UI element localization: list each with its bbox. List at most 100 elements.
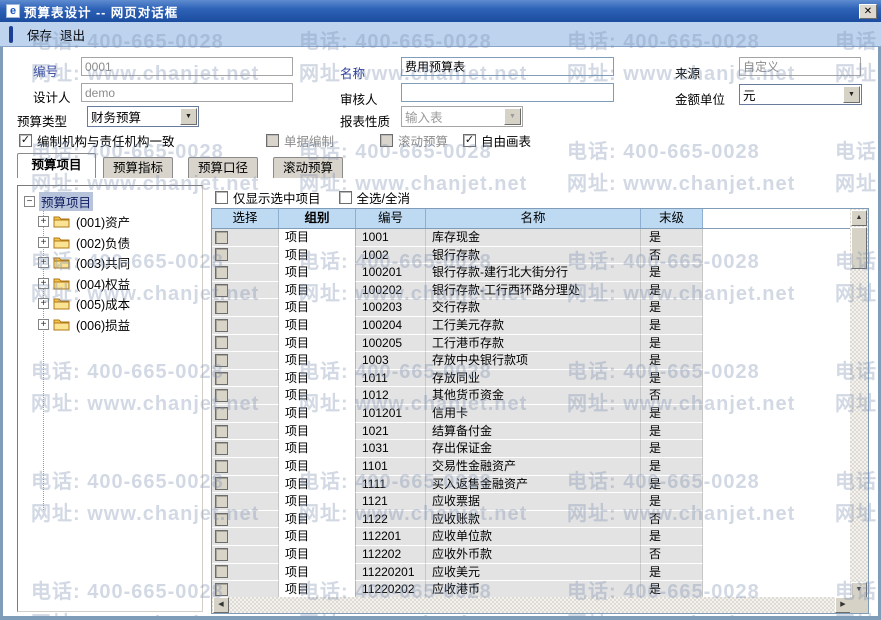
row-checkbox[interactable] bbox=[215, 547, 228, 561]
name-input[interactable] bbox=[401, 57, 614, 76]
cell-group[interactable]: 项目 bbox=[279, 387, 356, 406]
expand-icon[interactable]: + bbox=[38, 236, 49, 248]
row-checkbox[interactable] bbox=[215, 530, 228, 544]
tab-预算项目[interactable]: 预算项目 bbox=[17, 153, 96, 178]
tree-item-label[interactable]: (004)权益 bbox=[74, 274, 132, 293]
column-header[interactable]: 组别 bbox=[279, 209, 356, 228]
tree-root-node[interactable]: − 预算项目 bbox=[24, 192, 94, 211]
close-icon[interactable]: ✕ bbox=[859, 3, 877, 19]
cell-group[interactable]: 项目 bbox=[279, 493, 356, 511]
row-checkbox[interactable] bbox=[215, 371, 228, 385]
row-checkbox[interactable] bbox=[215, 565, 228, 579]
option-checkbox-item[interactable]: ✓ 编制机构与责任机构一致 bbox=[19, 131, 266, 150]
option-checkbox-item[interactable]: 滚动预算 bbox=[380, 131, 463, 150]
report-nature-select[interactable]: 输入表 ▼ bbox=[401, 106, 523, 127]
cell-group[interactable]: 项目 bbox=[279, 246, 356, 265]
row-checkbox[interactable] bbox=[215, 318, 228, 332]
row-checkbox[interactable] bbox=[215, 336, 228, 350]
vertical-scroll-thumb[interactable] bbox=[851, 227, 867, 269]
tab-滚动预算[interactable]: 滚动预算 bbox=[273, 157, 343, 178]
row-checkbox[interactable] bbox=[215, 266, 228, 280]
tree-item-label[interactable]: (002)负债 bbox=[74, 233, 132, 252]
vertical-scrollbar[interactable]: ▲ ▼ bbox=[850, 209, 868, 599]
cell-group[interactable]: 项目 bbox=[279, 299, 356, 318]
column-header[interactable]: 末级 bbox=[641, 209, 703, 228]
cell-group[interactable]: 项目 bbox=[279, 229, 356, 247]
row-checkbox[interactable] bbox=[215, 442, 228, 456]
save-button[interactable]: 保存 bbox=[23, 23, 56, 46]
expand-icon[interactable]: + bbox=[38, 277, 49, 289]
checkbox[interactable]: ✓ bbox=[19, 133, 32, 147]
cell-group[interactable]: 项目 bbox=[279, 510, 356, 529]
cell-group[interactable]: 项目 bbox=[279, 405, 356, 423]
column-header[interactable]: 选择 bbox=[212, 209, 279, 228]
column-header[interactable]: 名称 bbox=[426, 209, 641, 228]
cell-group[interactable]: 项目 bbox=[279, 317, 356, 335]
cell-group[interactable]: 项目 bbox=[279, 281, 356, 300]
select-all-checkbox[interactable] bbox=[338, 190, 352, 204]
tree-item[interactable]: + (002)负债 bbox=[38, 233, 132, 252]
collapse-icon[interactable]: − bbox=[24, 196, 35, 207]
cell-group[interactable]: 项目 bbox=[279, 440, 356, 458]
auditor-input[interactable] bbox=[401, 83, 614, 102]
column-header[interactable]: 编号 bbox=[356, 209, 426, 228]
option-checkbox-item[interactable]: ✓ 自由画表 bbox=[463, 131, 531, 150]
option-checkbox-item[interactable]: 单据编制 bbox=[266, 131, 380, 150]
checkbox[interactable]: ✓ bbox=[463, 133, 476, 147]
row-checkbox[interactable] bbox=[215, 406, 228, 420]
row-checkbox[interactable] bbox=[215, 389, 228, 403]
row-checkbox[interactable] bbox=[215, 248, 228, 262]
tree-item[interactable]: + (005)成本 bbox=[38, 294, 132, 313]
expand-icon[interactable]: + bbox=[38, 257, 49, 268]
cell-group[interactable]: 项目 bbox=[279, 369, 356, 388]
horizontal-scrollbar[interactable]: ◀ ▶ bbox=[212, 597, 852, 613]
row-checkbox[interactable] bbox=[215, 494, 228, 508]
row-checkbox[interactable] bbox=[215, 283, 228, 297]
number-input[interactable] bbox=[81, 57, 293, 76]
row-checkbox[interactable] bbox=[215, 582, 228, 596]
cell-group[interactable]: 项目 bbox=[279, 352, 356, 370]
scroll-up-icon[interactable]: ▲ bbox=[851, 210, 867, 226]
row-checkbox[interactable] bbox=[215, 459, 228, 473]
tree-item-label[interactable]: (003)共同 bbox=[74, 253, 132, 272]
cell-group[interactable]: 项目 bbox=[279, 334, 356, 353]
tab-预算口径[interactable]: 预算口径 bbox=[188, 157, 258, 178]
checkbox[interactable] bbox=[266, 133, 279, 147]
cell-group[interactable]: 项目 bbox=[279, 528, 356, 546]
cell-group[interactable]: 项目 bbox=[279, 422, 356, 441]
show-selected-checkbox[interactable] bbox=[215, 190, 228, 204]
designer-input[interactable] bbox=[81, 83, 293, 102]
tree-item[interactable]: + (004)权益 bbox=[38, 274, 132, 293]
cell-group[interactable]: 项目 bbox=[279, 475, 356, 494]
tree-item[interactable]: + (006)损益 bbox=[38, 315, 132, 334]
scroll-right-icon[interactable]: ▶ bbox=[835, 597, 851, 613]
row-checkbox[interactable] bbox=[215, 354, 228, 368]
scroll-down-icon[interactable]: ▼ bbox=[851, 582, 867, 598]
show-selected-option[interactable]: 仅显示选中项目 bbox=[215, 188, 321, 207]
budget-type-select[interactable]: 财务预算 ▼ bbox=[87, 106, 199, 127]
expand-icon[interactable]: + bbox=[38, 318, 49, 330]
checkbox[interactable] bbox=[380, 133, 393, 147]
expand-icon[interactable]: + bbox=[38, 216, 49, 227]
row-checkbox[interactable] bbox=[215, 230, 228, 244]
cell-group[interactable]: 项目 bbox=[279, 563, 356, 582]
tree-item-label[interactable]: (001)资产 bbox=[74, 212, 132, 231]
tree-item-label[interactable]: (006)损益 bbox=[74, 315, 132, 334]
source-input[interactable] bbox=[739, 57, 861, 76]
row-checkbox[interactable] bbox=[215, 424, 228, 438]
tree-item[interactable]: + (003)共同 bbox=[38, 253, 132, 272]
tree-item[interactable]: + (001)资产 bbox=[38, 212, 132, 231]
tab-预算指标[interactable]: 预算指标 bbox=[103, 157, 173, 178]
tree-item-label[interactable]: (005)成本 bbox=[74, 294, 132, 313]
scroll-left-icon[interactable]: ◀ bbox=[213, 597, 229, 613]
select-all-option[interactable]: 全选/全消 bbox=[338, 188, 410, 207]
row-checkbox[interactable] bbox=[215, 301, 228, 315]
cell-group[interactable]: 项目 bbox=[279, 264, 356, 282]
expand-icon[interactable]: + bbox=[38, 298, 49, 309]
cell-group[interactable]: 项目 bbox=[279, 457, 356, 476]
exit-button[interactable]: 退出 bbox=[56, 23, 89, 46]
row-checkbox[interactable] bbox=[215, 477, 228, 491]
amount-unit-select[interactable]: 元 ▼ bbox=[739, 84, 862, 105]
row-checkbox[interactable] bbox=[215, 512, 228, 526]
cell-group[interactable]: 项目 bbox=[279, 545, 356, 564]
